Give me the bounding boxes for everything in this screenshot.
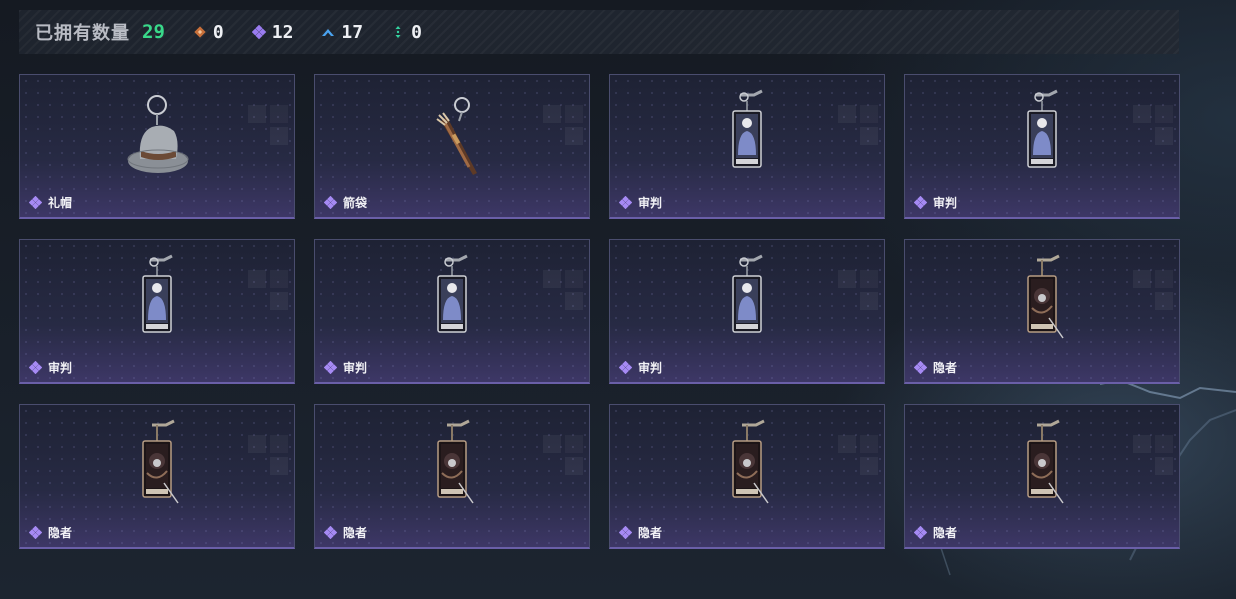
item-card[interactable]: 隐者 <box>904 239 1180 384</box>
card-footer: 隐者 <box>619 524 662 541</box>
item-card[interactable]: 箭袋 <box>314 74 590 219</box>
item-name: 隐者 <box>343 526 368 540</box>
blue-chevron-icon <box>322 29 335 36</box>
top-hat-art <box>112 83 202 187</box>
purple-diamond-icon <box>619 361 632 374</box>
card-footer: 隐者 <box>914 359 957 376</box>
owned-label: 已拥有数量 <box>35 23 130 44</box>
card-footer: 礼帽 <box>29 194 72 211</box>
stat-green: 0 <box>391 22 422 43</box>
hermit-card-art <box>112 413 202 517</box>
green-dots-icon <box>395 26 401 38</box>
card-footer: 隐者 <box>324 524 367 541</box>
hermit-card-art <box>702 413 792 517</box>
item-name: 审判 <box>638 196 663 210</box>
item-name: 箭袋 <box>343 196 368 210</box>
purple-diamond-icon <box>324 526 337 539</box>
item-name: 审判 <box>343 361 368 375</box>
purple-diamond-icon <box>29 361 42 374</box>
item-name: 礼帽 <box>48 196 73 210</box>
item-card[interactable]: 审判 <box>609 74 885 219</box>
purple-diamond-icon <box>619 526 632 539</box>
orange-diamond-icon <box>194 26 206 38</box>
stat-purple: 12 <box>251 21 294 43</box>
card-footer: 审判 <box>619 194 662 211</box>
item-name: 隐者 <box>933 526 958 540</box>
card-footer: 审判 <box>324 359 367 376</box>
item-name: 隐者 <box>638 526 663 540</box>
purple-diamond-icon <box>914 361 927 374</box>
item-card[interactable]: 审判 <box>904 74 1180 219</box>
judgment-card-art <box>997 83 1087 187</box>
item-name: 隐者 <box>933 361 958 375</box>
judgment-card-art <box>702 83 792 187</box>
item-card[interactable]: 隐者 <box>19 404 295 549</box>
stat-blue: 17 <box>321 22 363 43</box>
stat-green-value: 0 <box>411 21 422 43</box>
item-name: 隐者 <box>48 526 73 540</box>
card-footer: 箭袋 <box>324 194 367 211</box>
item-card[interactable]: 隐者 <box>609 404 885 549</box>
purple-diamond-icon <box>914 526 927 539</box>
stat-orange-value: 0 <box>212 21 224 43</box>
hermit-card-art <box>407 413 497 517</box>
judgment-card-art <box>112 248 202 352</box>
purple-diamond-icon <box>619 196 632 209</box>
item-name: 审判 <box>933 196 958 210</box>
purple-diamond-icon <box>29 526 42 539</box>
item-card[interactable]: 审判 <box>19 239 295 384</box>
card-footer: 审判 <box>619 359 662 376</box>
card-footer: 隐者 <box>29 524 72 541</box>
judgment-card-art <box>702 248 792 352</box>
item-name: 审判 <box>638 361 663 375</box>
purple-diamond-icon <box>29 196 42 209</box>
stat-orange: 0 <box>193 22 224 43</box>
quiver-art <box>407 83 497 187</box>
card-footer: 审判 <box>914 194 957 211</box>
item-card[interactable]: 隐者 <box>314 404 590 549</box>
stat-purple-value: 12 <box>271 21 294 43</box>
purple-diamond-icon <box>324 196 337 209</box>
purple-diamond-icon <box>324 361 337 374</box>
item-grid: 礼帽 箭袋 审判 审判 审判 审判 审判 隐者 隐者 隐者 隐者 隐者 <box>19 74 1180 549</box>
item-card[interactable]: 审判 <box>609 239 885 384</box>
item-name: 审判 <box>48 361 73 375</box>
purple-diamond-icon <box>251 25 266 39</box>
card-footer: 隐者 <box>914 524 957 541</box>
card-footer: 审判 <box>29 359 72 376</box>
item-card[interactable]: 隐者 <box>904 404 1180 549</box>
hermit-card-art <box>997 413 1087 517</box>
ownership-header: 已拥有数量 29 0 12 17 0 <box>19 10 1179 54</box>
owned-count: 29 <box>142 21 165 43</box>
stat-blue-value: 17 <box>341 21 364 43</box>
item-card[interactable]: 审判 <box>314 239 590 384</box>
purple-diamond-icon <box>914 196 927 209</box>
judgment-card-art <box>407 248 497 352</box>
hermit-card-art <box>997 248 1087 352</box>
item-card[interactable]: 礼帽 <box>19 74 295 219</box>
